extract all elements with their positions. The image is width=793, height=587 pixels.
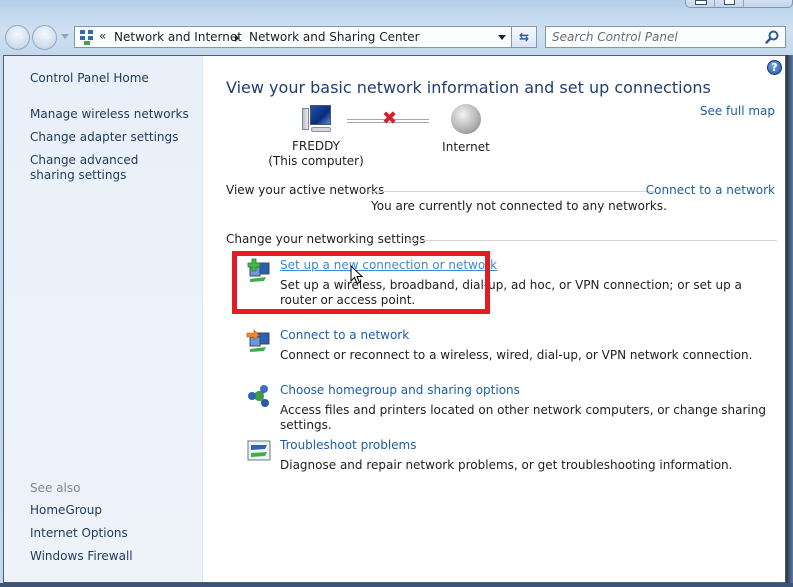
networking-settings-heading: Change your networking settings	[226, 232, 426, 246]
homegroup-sharing-description: Access files and printers located on oth…	[280, 403, 766, 432]
see-full-map-link[interactable]: See full map	[700, 104, 775, 118]
troubleshoot-icon	[247, 440, 271, 461]
breadcrumb-network-and-sharing-center[interactable]: Network and Sharing Center	[249, 30, 420, 44]
search-icon[interactable]	[765, 30, 779, 44]
see-also-homegroup[interactable]: HomeGroup	[30, 503, 195, 518]
troubleshoot-description: Diagnose and repair network problems, or…	[280, 458, 733, 472]
globe-icon	[451, 104, 481, 134]
active-networks-heading: View your active networks	[226, 183, 385, 197]
network-control-panel-icon	[79, 30, 95, 45]
refresh-icon: ⇆	[518, 30, 530, 44]
caption-buttons	[685, 0, 793, 8]
search-box[interactable]	[545, 26, 786, 48]
breadcrumb-network-and-internet[interactable]: Network and Internet	[114, 30, 242, 44]
overflow-chevron[interactable]: «	[99, 29, 106, 43]
see-also-label: See also	[30, 481, 81, 495]
search-input[interactable]	[552, 29, 757, 45]
sidebar-control-panel-home[interactable]: Control Panel Home	[30, 71, 195, 86]
computer-icon	[299, 104, 333, 136]
network-status-text: You are currently not connected to any n…	[371, 199, 667, 213]
divider	[407, 240, 777, 241]
navigation-bar: « Network and Internet Network and Shari…	[0, 24, 793, 52]
maximize-button[interactable]	[715, 0, 745, 7]
computer-subtitle: (This computer)	[268, 154, 364, 168]
recent-pages-dropdown[interactable]	[61, 34, 69, 39]
internet-node[interactable]: Internet	[436, 104, 496, 155]
internet-label: Internet	[442, 140, 490, 154]
sidebar-item-change-adapter-settings[interactable]: Change adapter settings	[30, 130, 195, 145]
minimize-button[interactable]	[686, 0, 716, 7]
setup-new-connection-link[interactable]: Set up a new connection or network	[280, 258, 497, 272]
help-icon[interactable]: ?	[767, 60, 782, 75]
divider	[368, 191, 655, 192]
computer-name: FREDDY	[292, 139, 340, 153]
homegroup-sharing-link[interactable]: Choose homegroup and sharing options	[280, 383, 520, 397]
mouse-pointer-icon	[350, 265, 364, 285]
disconnected-x-icon[interactable]: ✖	[382, 110, 397, 128]
this-computer-node[interactable]: FREDDY (This computer)	[256, 104, 376, 169]
see-also-windows-firewall[interactable]: Windows Firewall	[30, 549, 195, 564]
window: « Network and Internet Network and Shari…	[0, 0, 793, 587]
back-button[interactable]	[5, 25, 30, 50]
main-panel: ? View your basic network information an…	[204, 56, 785, 582]
connect-to-network-link[interactable]: Connect to a network	[646, 183, 775, 197]
address-bar[interactable]: « Network and Internet Network and Shari…	[74, 26, 512, 48]
connect-network-icon	[246, 329, 270, 352]
troubleshoot-link[interactable]: Troubleshoot problems	[280, 438, 416, 452]
connect-to-network-description: Connect or reconnect to a wireless, wire…	[280, 348, 753, 362]
address-dropdown-icon[interactable]	[498, 35, 506, 40]
connect-to-network-task-link[interactable]: Connect to a network	[280, 328, 409, 342]
sidebar: Control Panel Home Manage wireless netwo…	[4, 56, 203, 582]
close-button[interactable]	[744, 0, 792, 7]
window-bottom-edge	[0, 583, 793, 587]
sidebar-item-change-advanced-sharing-settings[interactable]: Change advanced sharing settings	[30, 153, 180, 183]
window-right-edge	[786, 55, 793, 587]
refresh-button[interactable]: ⇆	[512, 26, 537, 48]
forward-button[interactable]	[32, 25, 57, 50]
new-connection-icon	[247, 258, 270, 282]
page-title: View your basic network information and …	[226, 78, 711, 97]
sidebar-item-manage-wireless-networks[interactable]: Manage wireless networks	[30, 107, 195, 122]
breadcrumb-separator-icon[interactable]	[235, 34, 239, 42]
see-also-internet-options[interactable]: Internet Options	[30, 526, 195, 541]
content-frame: Control Panel Home Manage wireless netwo…	[3, 55, 786, 583]
homegroup-icon	[248, 385, 269, 407]
